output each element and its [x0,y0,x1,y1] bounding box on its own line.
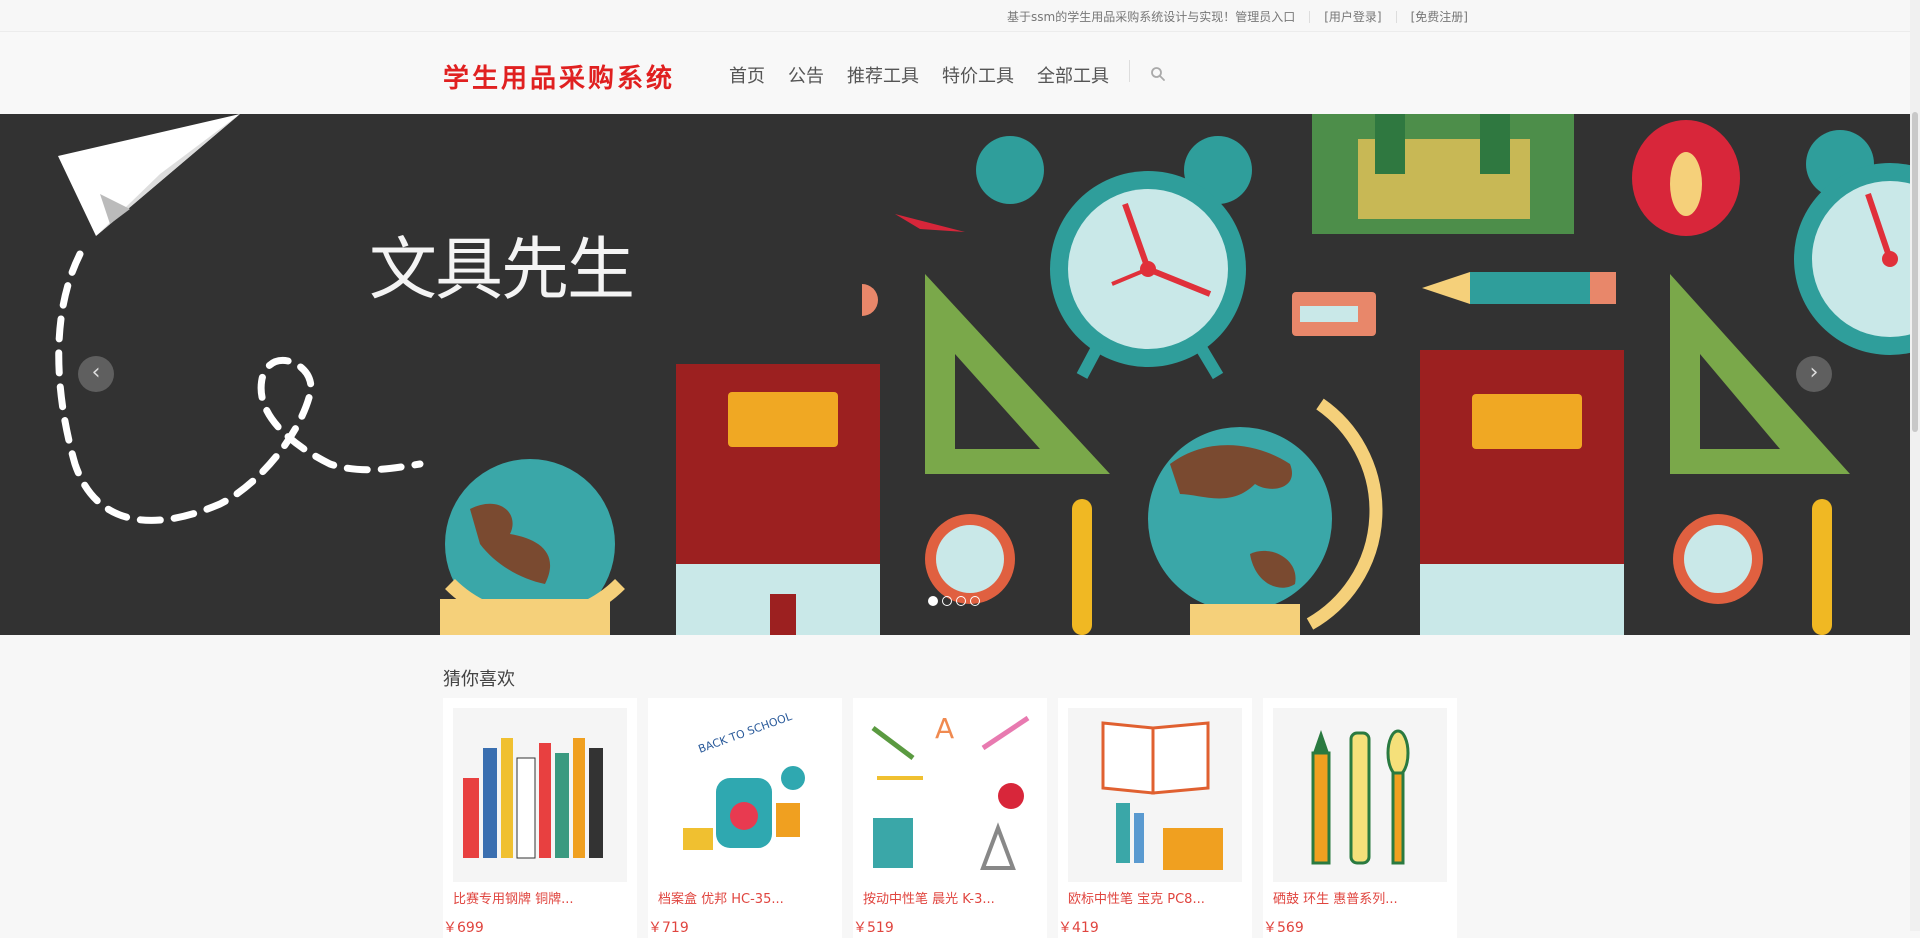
product-price: ￥419 [1058,920,1099,936]
nav-all-tools[interactable]: 全部工具 [1037,62,1109,88]
nav-notice[interactable]: 公告 [788,62,824,88]
site-logo[interactable]: 学生用品采购系统 [443,58,675,95]
carousel-dot[interactable] [956,596,966,606]
carousel-dot[interactable] [942,596,952,606]
product-name[interactable]: 硒鼓 环生 惠普系列... [1273,888,1398,907]
page-scrollbar-thumb[interactable] [1912,112,1918,432]
book-icon-right [1420,350,1624,635]
product-card[interactable]: 欧标中性笔 宝克 PC8... ￥419 [1058,698,1252,938]
carousel-indicators [928,596,984,606]
product-card[interactable]: BACK TO SCHOOL 档案盒 优邦 HC-35... ￥719 [648,698,842,938]
site-header: 学生用品采购系统 首页 公告 推荐工具 特价工具 全部工具 [0,32,1910,114]
product-price: ￥569 [1263,920,1304,936]
search-icon[interactable] [1150,66,1166,82]
recommend-section-title: 猜你喜欢 [443,669,515,690]
product-price: ￥519 [853,920,894,936]
schoolbag-icon [1312,114,1574,234]
nav-divider [1129,60,1130,82]
topbar-divider [1395,10,1397,23]
carousel-dot[interactable] [970,596,980,606]
carousel-dot[interactable] [928,596,938,606]
register-link[interactable]: [免费注册] [1411,8,1468,25]
product-image[interactable]: A [863,708,1037,882]
product-card[interactable]: A 按动中性笔 晨光 K-3... ￥519 [853,698,1047,938]
chevron-left-icon[interactable]: ‹ [78,356,114,392]
pencil-icon [1422,272,1616,304]
top-utility-bar: 基于ssm的学生用品采购系统设计与实现！管理员入口 [用户登录] [免费注册] [0,0,1920,32]
product-image[interactable] [1068,708,1242,882]
topbar-divider [1309,10,1311,23]
globe-icon [440,459,625,635]
apple-icon [1632,120,1740,236]
product-list: 比赛专用钢牌 铜牌... ￥699 BACK TO SCHOOL 档案盒 优邦 … [443,698,1468,938]
product-name[interactable]: 按动中性笔 晨光 K-3... [863,888,995,907]
product-image[interactable] [1273,708,1447,882]
product-card[interactable]: 硒鼓 环生 惠普系列... ￥569 [1263,698,1457,938]
product-card[interactable]: 比赛专用钢牌 铜牌... ￥699 [443,698,637,938]
chevron-right-icon[interactable]: › [1796,356,1832,392]
admin-entry-link[interactable]: 基于ssm的学生用品采购系统设计与实现！管理员入口 [1007,8,1295,25]
nav-special-offer[interactable]: 特价工具 [942,62,1014,88]
main-nav: 首页 公告 推荐工具 特价工具 全部工具 [729,62,1132,88]
hero-carousel: 文具先生 ‹ › [0,114,1910,635]
product-image[interactable] [453,708,627,882]
alarm-clock-icon [976,136,1252,380]
user-login-link[interactable]: [用户登录] [1324,8,1381,25]
product-name[interactable]: 档案盒 优邦 HC-35... [658,888,784,907]
globe-icon-center [1148,398,1383,635]
product-price: ￥719 [648,920,689,936]
carousel-slide-illustration [55,114,1910,635]
paper-plane-icon [58,114,240,236]
magnifier-icon [925,499,1092,635]
book-icon [676,364,880,635]
topbar-links: 基于ssm的学生用品采购系统设计与实现！管理员入口 [用户登录] [免费注册] [1007,8,1468,25]
product-name[interactable]: 欧标中性笔 宝克 PC8... [1068,888,1205,907]
banner-title: 文具先生 [369,231,635,310]
nav-recommended[interactable]: 推荐工具 [847,62,919,88]
product-image[interactable]: BACK TO SCHOOL [658,708,832,882]
nav-home[interactable]: 首页 [729,62,765,88]
product-name[interactable]: 比赛专用钢牌 铜牌... [453,888,574,907]
svg-text:A: A [935,712,954,745]
product-price: ￥699 [443,920,484,936]
